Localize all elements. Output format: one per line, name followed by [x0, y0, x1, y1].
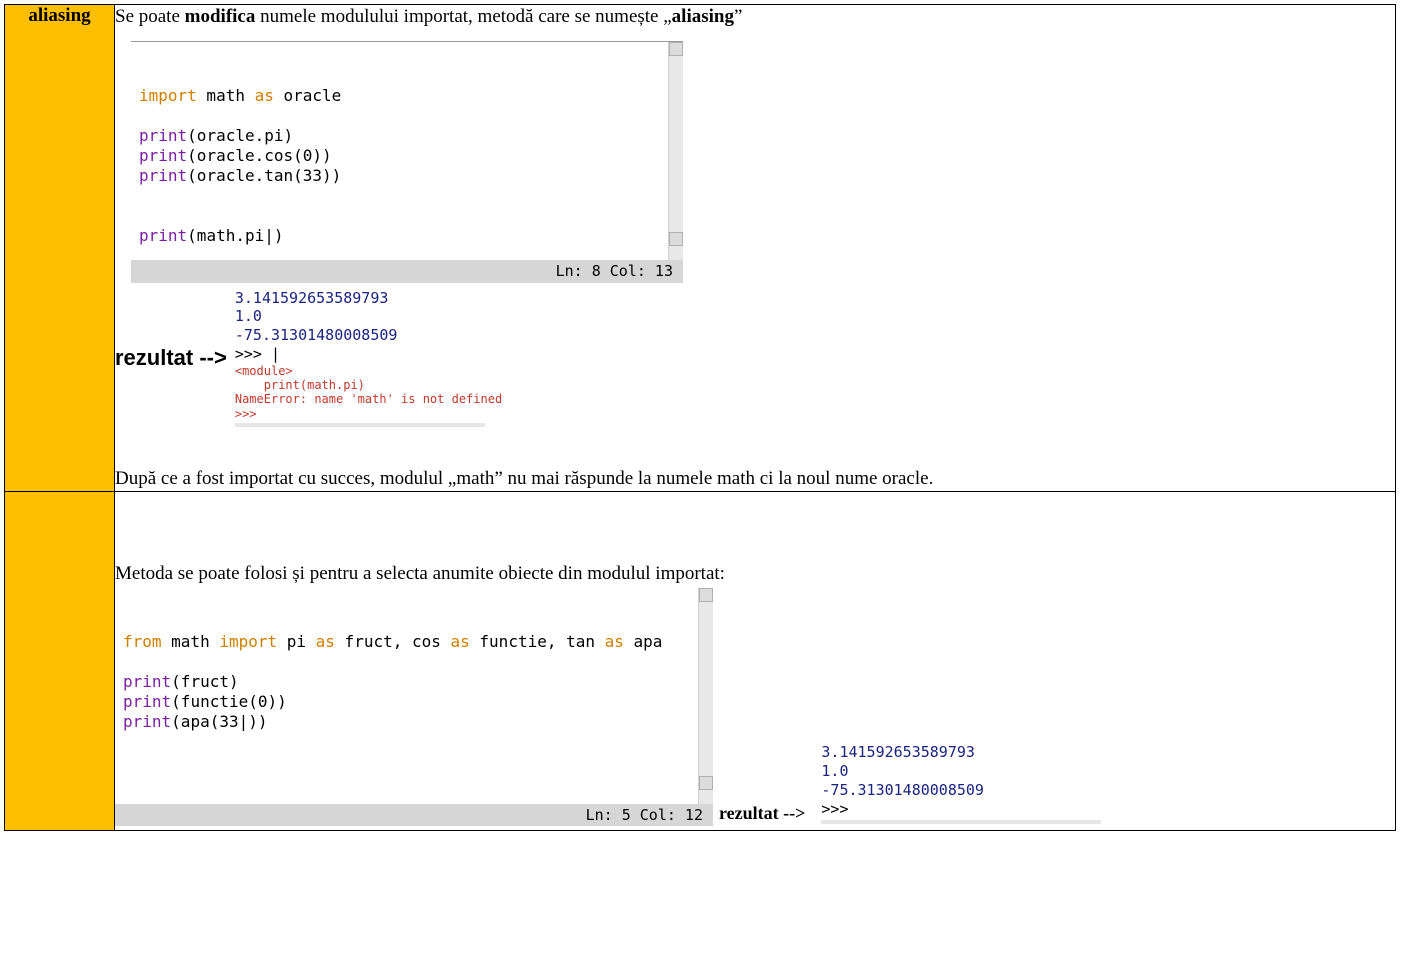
row1-intro-mid: numele modulului importat, metodă care s…: [255, 6, 671, 27]
code-area-1[interactable]: import math as oracle print(oracle.pi)pr…: [131, 41, 683, 260]
scroll-up-icon[interactable]: [699, 588, 713, 602]
code-lines-1: import math as oracle print(oracle.pi)pr…: [139, 86, 675, 246]
row1-label: aliasing: [28, 5, 90, 26]
row2-result-label: rezultat -->: [719, 803, 805, 824]
row2-spacer: [115, 492, 1395, 562]
row1-output-sep: [235, 423, 485, 427]
scroll-down-icon[interactable]: [699, 776, 713, 790]
row1-output-prompt2: >>>: [235, 407, 502, 421]
row2-output-prompt: >>>: [821, 800, 1101, 819]
row2-output-blue: 3.141592653589793 1.0 -75.31301480008509: [821, 743, 1101, 799]
row1-output-error: <module> print(math.pi) NameError: name …: [235, 364, 502, 407]
row2-result-row: rezultat --> 3.141592653589793 1.0 -75.3…: [719, 743, 1101, 826]
document-table: aliasing Se poate modifica numele modulu…: [4, 4, 1396, 831]
row1-intro-pre: Se poate: [115, 6, 185, 27]
row1-outro: După ce a fost importat cu succes, modul…: [115, 467, 1395, 491]
row-aliasing-select: Metoda se poate folosi și pentru a selec…: [5, 491, 1396, 831]
code-area-2[interactable]: from math import pi as fruct, cos as fun…: [115, 588, 713, 804]
scroll-down-icon[interactable]: [669, 232, 683, 246]
row1-intro-bold: modifica: [185, 6, 256, 27]
row2-flex: from math import pi as fruct, cos as fun…: [115, 588, 1395, 827]
row2-intro: Metoda se poate folosi și pentru a selec…: [115, 562, 1395, 586]
scroll-up-icon[interactable]: [669, 42, 683, 56]
row2-output-sep: [821, 820, 1101, 824]
code-lines-2: from math import pi as fruct, cos as fun…: [123, 632, 705, 732]
code-editor-1[interactable]: import math as oracle print(oracle.pi)pr…: [131, 41, 683, 283]
row1-label-cell: aliasing: [5, 5, 115, 492]
row1-output-prompt: >>> |: [235, 345, 502, 364]
row2-label-cell: [5, 491, 115, 831]
row1-result-label: rezultat -->: [115, 345, 227, 371]
row1-intro-post: ”: [734, 6, 742, 27]
code-editor-2[interactable]: from math import pi as fruct, cos as fun…: [115, 588, 713, 827]
scrollbar-track-1[interactable]: [668, 42, 683, 260]
row1-intro: Se poate modifica numele modulului impor…: [115, 5, 1395, 29]
row2-output-block: 3.141592653589793 1.0 -75.31301480008509…: [821, 743, 1101, 824]
row-aliasing: aliasing Se poate modifica numele modulu…: [5, 5, 1396, 492]
row2-content: Metoda se poate folosi și pentru a selec…: [115, 491, 1396, 831]
row1-content: Se poate modifica numele modulului impor…: [115, 5, 1396, 492]
row1-intro-bold2: aliasing: [672, 6, 734, 27]
scrollbar-track-2[interactable]: [698, 588, 713, 804]
